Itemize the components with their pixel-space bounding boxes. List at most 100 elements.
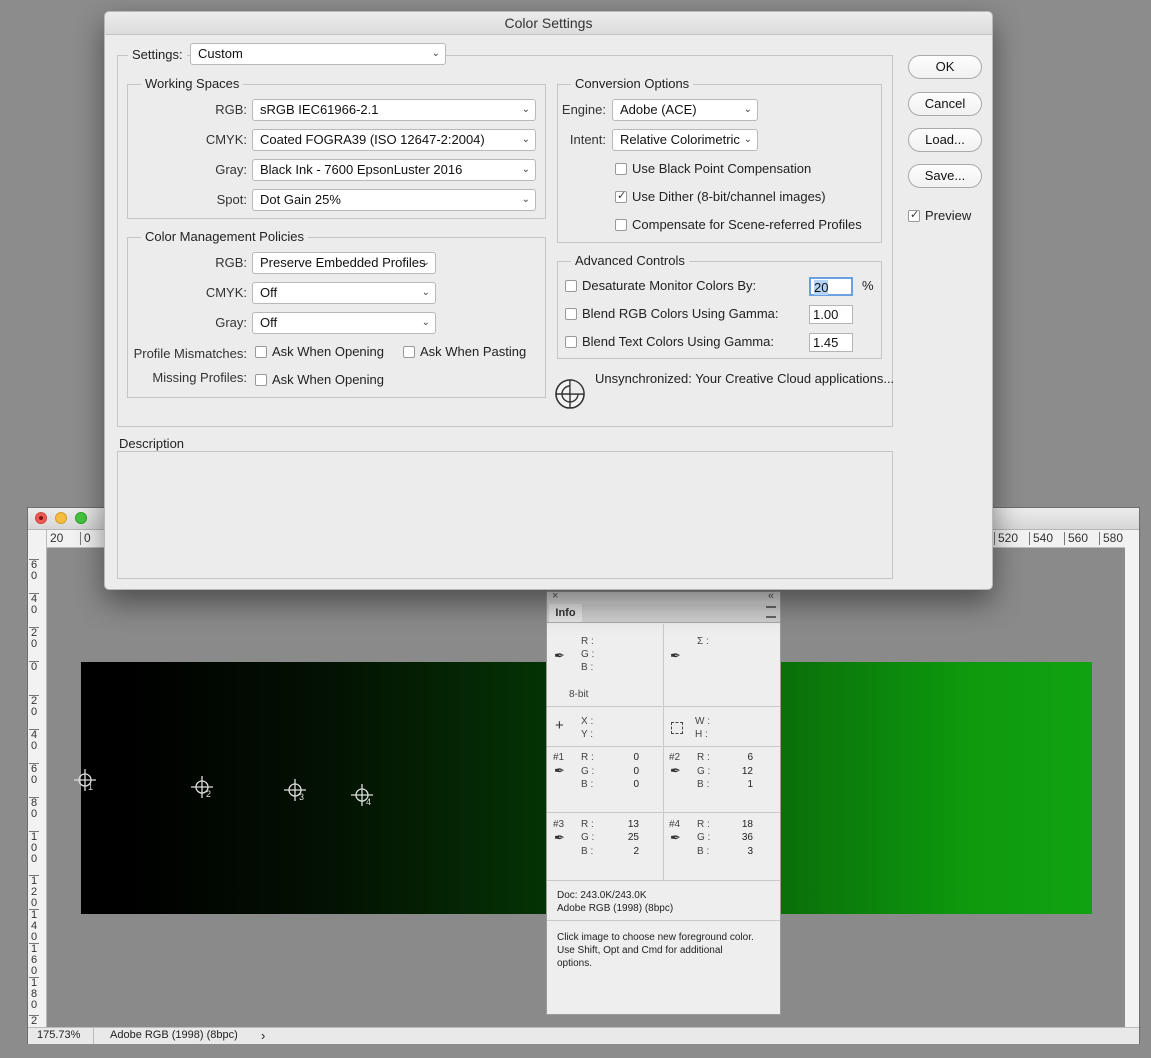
- ruler-tick: 6 0: [29, 559, 39, 582]
- ruler-tick: 4 0: [29, 593, 39, 616]
- ask-when-pasting-checkbox[interactable]: [403, 346, 415, 358]
- tab-info[interactable]: Info: [549, 604, 582, 622]
- green-label: G :: [581, 766, 595, 777]
- status-menu-arrow-icon[interactable]: ›: [261, 1028, 265, 1043]
- sampler-1-blue: 0: [633, 779, 639, 790]
- zoom-window-button[interactable]: [75, 512, 87, 524]
- status-divider: [93, 1028, 94, 1044]
- preview-checkbox[interactable]: [908, 208, 920, 222]
- sampler-4-red: 18: [741, 819, 753, 830]
- ws-rgb-select[interactable]: sRGB IEC61966-2.1 ⌄: [252, 99, 536, 121]
- green-label: G :: [697, 832, 711, 843]
- ws-gray-select[interactable]: Black Ink - 7600 EpsonLuster 2016 ⌄: [252, 159, 536, 181]
- ws-spot-select[interactable]: Dot Gain 25% ⌄: [252, 189, 536, 211]
- engine-select[interactable]: Adobe (ACE) ⌄: [612, 99, 758, 121]
- green-label: G :: [581, 649, 595, 660]
- eyedropper-icon[interactable]: ✒: [554, 763, 565, 779]
- color-sampler-3[interactable]: 3: [284, 779, 306, 802]
- missing-ask-opening-checkbox[interactable]: [255, 374, 267, 386]
- sampler-3-red: 13: [627, 819, 639, 830]
- description-group: [117, 451, 893, 579]
- sampler-2-green: 12: [741, 766, 753, 777]
- sampler-2-blue: 1: [747, 779, 753, 790]
- eyedropper-icon[interactable]: ✒: [670, 648, 681, 664]
- sampler-4-blue: 3: [747, 846, 753, 857]
- sampler-2-red: 6: [747, 752, 753, 763]
- blue-label: B :: [697, 779, 710, 790]
- x-label: X :: [581, 716, 594, 727]
- red-label: R :: [581, 752, 594, 763]
- blend-text-input[interactable]: 1.45: [809, 333, 853, 352]
- policy-rgb-label: RGB:: [215, 255, 247, 270]
- chevron-down-icon: ⌄: [521, 134, 530, 145]
- ruler-tick: 560: [1064, 532, 1088, 545]
- blue-label: B :: [581, 846, 594, 857]
- ws-cmyk-value: Coated FOGRA39 (ISO 12647-2:2004): [260, 132, 485, 147]
- ws-rgb-label: RGB:: [215, 102, 247, 117]
- conversion-legend: Conversion Options: [571, 77, 694, 91]
- blend-rgb-checkbox[interactable]: [565, 308, 577, 320]
- engine-value: Adobe (ACE): [620, 102, 697, 117]
- eyedropper-icon[interactable]: ✒: [554, 648, 565, 664]
- ws-cmyk-select[interactable]: Coated FOGRA39 (ISO 12647-2:2004) ⌄: [252, 129, 536, 151]
- settings-value: Custom: [198, 46, 243, 61]
- eyedropper-icon[interactable]: ✒: [670, 763, 681, 779]
- intent-select[interactable]: Relative Colorimetric ⌄: [612, 129, 758, 151]
- blue-label: B :: [581, 662, 594, 673]
- ruler-tick: 20: [46, 532, 63, 545]
- ruler-tick: 2 0: [29, 695, 39, 718]
- sampler-number: 4: [366, 797, 372, 807]
- color-sampler-4[interactable]: 4: [351, 784, 373, 807]
- settings-select[interactable]: Custom ⌄: [190, 43, 446, 65]
- policy-cmyk-select[interactable]: Off ⌄: [252, 282, 436, 304]
- desaturate-checkbox[interactable]: [565, 280, 577, 292]
- save-button[interactable]: Save...: [908, 164, 982, 188]
- policy-cmyk-label: CMYK:: [205, 285, 247, 300]
- close-panel-icon[interactable]: ×: [552, 590, 558, 602]
- color-sampler-2[interactable]: 2: [191, 776, 213, 799]
- description-legend: Description: [115, 437, 189, 451]
- sigma-label: Σ :: [697, 636, 709, 647]
- black-point-checkbox[interactable]: [615, 163, 627, 175]
- eyedropper-icon[interactable]: ✒: [554, 830, 565, 846]
- dither-checkbox[interactable]: [615, 189, 627, 203]
- divider: [663, 706, 664, 746]
- policy-rgb-select[interactable]: Preserve Embedded Profiles ⌄: [252, 252, 436, 274]
- chevron-down-icon: ⌄: [421, 287, 430, 298]
- ok-button[interactable]: OK: [908, 55, 982, 79]
- sampler-id: #1: [553, 752, 565, 763]
- chevron-down-icon: ⌄: [431, 48, 440, 59]
- close-window-button[interactable]: [35, 512, 47, 524]
- panel-menu-icon[interactable]: [766, 606, 776, 618]
- cancel-button[interactable]: Cancel: [908, 92, 982, 116]
- policy-gray-label: Gray:: [215, 315, 247, 330]
- ruler-tick: 2 0: [29, 627, 39, 650]
- vertical-scrollbar[interactable]: [1125, 547, 1139, 1028]
- black-point-label: Use Black Point Compensation: [632, 161, 812, 176]
- color-sampler-1[interactable]: 1: [74, 769, 96, 792]
- load-button[interactable]: Load...: [908, 128, 982, 152]
- divider: [547, 812, 780, 813]
- panel-tabbar: Info: [547, 604, 780, 623]
- ask-when-opening-checkbox[interactable]: [255, 346, 267, 358]
- scene-referred-checkbox[interactable]: [615, 219, 627, 231]
- zoom-level[interactable]: 175.73%: [37, 1029, 80, 1041]
- divider: [547, 880, 780, 881]
- green-label: G :: [697, 766, 711, 777]
- red-label: R :: [581, 636, 594, 647]
- sampler-number: 2: [206, 789, 212, 799]
- sampler-number: 3: [299, 792, 305, 802]
- minimize-window-button[interactable]: [55, 512, 67, 524]
- eyedropper-icon[interactable]: ✒: [670, 830, 681, 846]
- collapse-panel-icon[interactable]: «: [768, 590, 774, 602]
- desaturate-input[interactable]: 20: [809, 277, 853, 296]
- policy-gray-select[interactable]: Off ⌄: [252, 312, 436, 334]
- vertical-ruler[interactable]: 6 0 4 0 2 0 0 2 0 4 0 6 0 8 0 1 0 0 1 2 …: [28, 530, 47, 1028]
- doc-size: Doc: 243.0K/243.0K: [557, 890, 647, 901]
- blend-rgb-input[interactable]: 1.00: [809, 305, 853, 324]
- divider: [663, 746, 664, 880]
- document-profile: Adobe RGB (1998) (8bpc): [110, 1029, 238, 1041]
- chevron-down-icon: ⌄: [743, 104, 752, 115]
- engine-label: Engine:: [561, 102, 606, 117]
- blend-text-checkbox[interactable]: [565, 336, 577, 348]
